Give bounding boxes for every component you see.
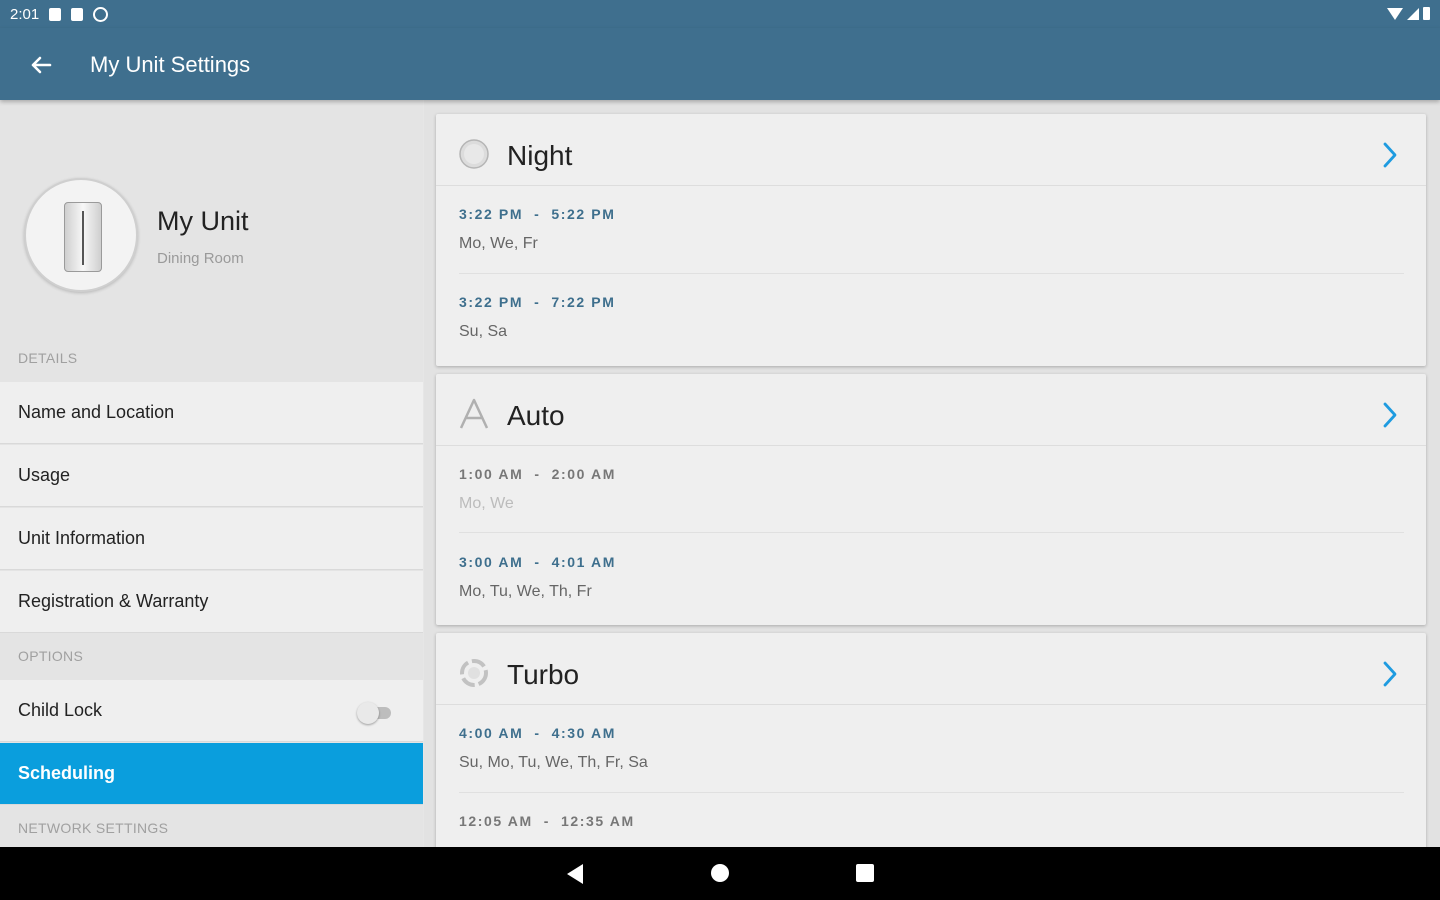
mode-title: Turbo	[507, 659, 580, 690]
time-range: 1:00 AM - 2:00 AM	[459, 466, 616, 482]
schedule-card-turbo[interactable]: Turbo 4:00 AM - 4:30 AM Su, Mo, Tu, We, …	[436, 633, 1426, 847]
sync-icon	[93, 6, 109, 22]
time-range: 4:00 AM - 4:30 AM	[459, 725, 616, 741]
sidebar-item-label: Child Lock	[18, 700, 103, 720]
sidebar-item-label: Scheduling	[18, 763, 116, 783]
schedule-card-auto[interactable]: Auto 1:00 AM - 2:00 AM Mo, We 3:00 AM - …	[436, 374, 1426, 625]
unit-avatar	[24, 178, 138, 292]
schedule-days: Mo, We	[459, 495, 514, 512]
cellular-icon	[1407, 7, 1419, 20]
purifier-device-icon	[64, 202, 102, 272]
sd-card-icon	[71, 7, 84, 21]
nav-recents-icon[interactable]	[856, 864, 874, 882]
wifi-icon	[1387, 7, 1403, 20]
time-range: 3:22 PM - 5:22 PM	[459, 206, 616, 222]
schedule-card-night[interactable]: Night 3:22 PM - 5:22 PM Mo, We, Fr 3:22 …	[436, 114, 1426, 366]
unit-location: Dining Room	[157, 250, 244, 267]
mode-title: Auto	[507, 400, 565, 431]
notification-icon	[49, 7, 62, 21]
sidebar-item-usage[interactable]: Usage	[0, 445, 423, 507]
nav-back-icon[interactable]	[567, 864, 583, 884]
back-arrow-icon[interactable]	[26, 50, 56, 80]
turbo-mode-icon	[460, 659, 488, 687]
status-bar: 2:01	[0, 0, 1440, 28]
sidebar-item-registration-warranty[interactable]: Registration & Warranty	[0, 571, 423, 633]
app-bar: My Unit Settings	[0, 28, 1440, 100]
chevron-right-icon[interactable]	[1380, 400, 1400, 430]
time-range: 3:00 AM - 4:01 AM	[459, 554, 616, 570]
entry-divider	[459, 532, 1404, 533]
child-lock-toggle[interactable]	[357, 701, 393, 724]
sidebar-item-child-lock[interactable]: Child Lock	[0, 680, 423, 742]
sidebar-item-label: Unit Information	[18, 528, 146, 548]
toggle-thumb	[357, 702, 379, 724]
settings-sidebar: My Unit Dining Room DETAILS Name and Loc…	[0, 100, 423, 847]
battery-icon	[1423, 7, 1430, 20]
card-header: Auto	[436, 374, 1426, 446]
chevron-right-icon[interactable]	[1380, 659, 1400, 689]
schedule-days: Mo, Tu, We, Th, Fr	[459, 583, 592, 600]
card-header: Turbo	[436, 633, 1426, 705]
section-network-settings: NETWORK SETTINGS	[18, 820, 169, 836]
nav-home-icon[interactable]	[711, 864, 729, 882]
schedule-entry[interactable]: 12:05 AM - 12:35 AM	[459, 813, 635, 842]
unit-name: My Unit	[157, 206, 249, 236]
system-nav-bar	[0, 847, 1440, 900]
schedule-entry[interactable]: 3:22 PM - 5:22 PM Mo, We, Fr	[459, 206, 615, 253]
page-title: My Unit Settings	[90, 52, 251, 77]
auto-mode-icon	[459, 398, 489, 429]
sidebar-item-scheduling[interactable]: Scheduling	[0, 743, 423, 805]
section-options: OPTIONS	[18, 648, 84, 664]
entry-divider	[459, 273, 1404, 274]
schedule-days: Mo, We, Fr	[459, 235, 538, 252]
status-time: 2:01	[10, 5, 40, 23]
entry-divider	[459, 792, 1404, 793]
sidebar-item-label: Usage	[18, 465, 71, 485]
schedule-entry[interactable]: 3:22 PM - 7:22 PM Su, Sa	[459, 294, 615, 341]
schedule-entry[interactable]: 3:00 AM - 4:01 AM Mo, Tu, We, Th, Fr	[459, 554, 616, 601]
schedule-entry[interactable]: 4:00 AM - 4:30 AM Su, Mo, Tu, We, Th, Fr…	[459, 725, 648, 772]
mode-title: Night	[507, 140, 573, 171]
schedule-list[interactable]: Night 3:22 PM - 5:22 PM Mo, We, Fr 3:22 …	[424, 100, 1440, 847]
time-range: 12:05 AM - 12:35 AM	[459, 813, 635, 829]
sidebar-item-unit-information[interactable]: Unit Information	[0, 508, 423, 570]
status-right	[1387, 7, 1430, 20]
card-header: Night	[436, 114, 1426, 186]
time-range: 3:22 PM - 7:22 PM	[459, 294, 616, 310]
sidebar-item-label: Registration & Warranty	[18, 591, 209, 611]
sidebar-item-name-location[interactable]: Name and Location	[0, 382, 423, 444]
night-mode-icon	[459, 139, 489, 169]
sidebar-item-label: Name and Location	[18, 402, 175, 422]
schedule-days: Su, Mo, Tu, We, Th, Fr, Sa	[459, 754, 648, 771]
section-details: DETAILS	[18, 350, 78, 366]
schedule-entry[interactable]: 1:00 AM - 2:00 AM Mo, We	[459, 466, 616, 513]
schedule-days: Su, Sa	[459, 323, 508, 340]
chevron-right-icon[interactable]	[1380, 140, 1400, 170]
